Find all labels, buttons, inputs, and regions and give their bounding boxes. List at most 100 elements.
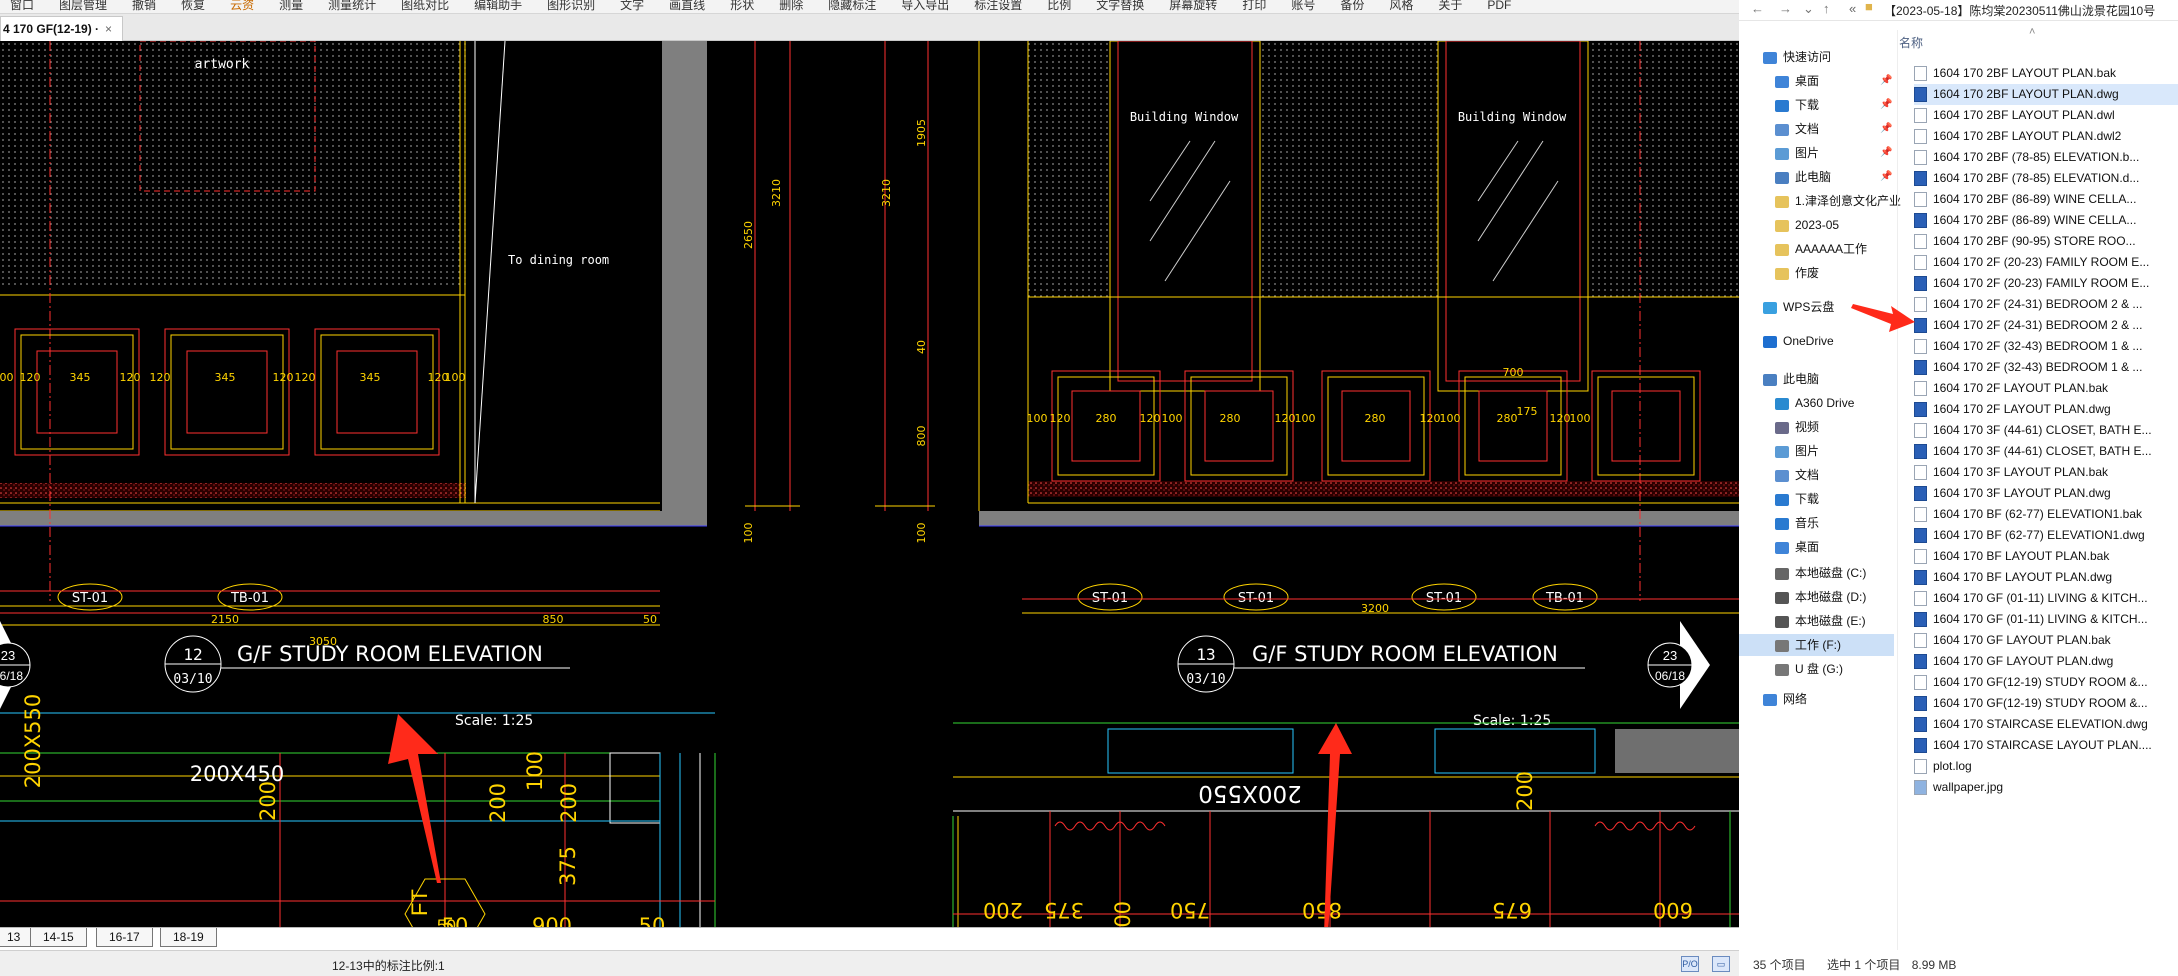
column-header-name[interactable]: ˄ 名称 [1899, 26, 2178, 54]
nav-item[interactable]: U 盘 (G:) [1739, 658, 1894, 680]
menu-item[interactable]: 图层管理 [49, 0, 122, 11]
menu-item[interactable]: 关于 [1428, 0, 1477, 11]
ortho-toggle-icon[interactable]: P/O [1681, 956, 1699, 972]
file-row[interactable]: 1604 170 2F (24-31) BEDROOM 2 & ... [1914, 294, 2178, 315]
file-row[interactable]: 1604 170 2F (20-23) FAMILY ROOM E... [1914, 252, 2178, 273]
file-row[interactable]: 1604 170 STAIRCASE LAYOUT PLAN.... [1914, 735, 2178, 756]
nav-item[interactable]: A360 Drive [1739, 392, 1894, 414]
file-row[interactable]: 1604 170 3F LAYOUT PLAN.dwg [1914, 483, 2178, 504]
nav-item[interactable]: 视频 [1739, 416, 1894, 438]
nav-item[interactable]: 此电脑 [1739, 368, 1894, 390]
nav-item[interactable]: 下载 📌 [1739, 94, 1894, 116]
menu-item[interactable]: 测量统计 [318, 0, 391, 11]
file-row[interactable]: 1604 170 BF LAYOUT PLAN.bak [1914, 546, 2178, 567]
file-row[interactable]: 1604 170 2BF (90-95) STORE ROO... [1914, 231, 2178, 252]
file-row[interactable]: 1604 170 GF (01-11) LIVING & KITCH... [1914, 588, 2178, 609]
file-row[interactable]: 1604 170 GF (01-11) LIVING & KITCH... [1914, 609, 2178, 630]
file-row[interactable]: 1604 170 GF(12-19) STUDY ROOM &... [1914, 672, 2178, 693]
menu-item[interactable]: 账号 [1281, 0, 1330, 11]
back-arrow-icon[interactable]: ← [1751, 1, 1764, 16]
menu-item[interactable]: 文字替换 [1086, 0, 1159, 11]
nav-item[interactable]: 1.津泽创意文化产业 [1739, 190, 1901, 212]
nav-item[interactable]: 本地磁盘 (D:) [1739, 586, 1894, 608]
file-row[interactable]: 1604 170 3F (44-61) CLOSET, BATH E... [1914, 441, 2178, 462]
nav-item[interactable]: 此电脑 📌 [1739, 166, 1894, 188]
menu-item[interactable]: 隐藏标注 [818, 0, 891, 11]
close-icon[interactable]: × [105, 22, 112, 36]
nav-item[interactable]: 音乐 [1739, 512, 1894, 534]
menu-item[interactable]: 窗口 [0, 0, 49, 11]
nav-item[interactable]: 图片 [1739, 440, 1894, 462]
layout-tab-3[interactable]: 16-17 [96, 928, 153, 947]
menu-item[interactable]: 删除 [769, 0, 818, 11]
file-row[interactable]: 1604 170 STAIRCASE ELEVATION.dwg [1914, 714, 2178, 735]
file-row[interactable]: 1604 170 BF LAYOUT PLAN.dwg [1914, 567, 2178, 588]
menu-item[interactable]: PDF [1477, 0, 1526, 11]
menu-item[interactable]: 文字 [610, 0, 659, 11]
file-row[interactable]: 1604 170 2BF LAYOUT PLAN.dwg [1914, 84, 2178, 105]
file-row[interactable]: plot.log [1914, 756, 2178, 777]
breadcrumb-overflow-icon[interactable]: « [1849, 1, 1856, 16]
file-row[interactable]: 1604 170 GF LAYOUT PLAN.bak [1914, 630, 2178, 651]
menu-item[interactable]: 标注设置 [964, 0, 1037, 11]
drawing-canvas[interactable]: artwork To dining room 10012034512012034… [0, 41, 1739, 927]
nav-item[interactable]: 快速访问 [1739, 46, 1894, 68]
file-row[interactable]: 1604 170 3F (44-61) CLOSET, BATH E... [1914, 420, 2178, 441]
file-row[interactable]: 1604 170 2F (32-43) BEDROOM 1 & ... [1914, 357, 2178, 378]
nav-item[interactable]: AAAAAA工作 [1739, 238, 1894, 260]
address-bar[interactable]: ← → ⌄ ↑ « ■ 【2023-05-18】陈均棠20230511佛山泷景花… [1739, 0, 2178, 21]
document-tab[interactable]: 4 170 GF(12-19) · × [0, 16, 124, 41]
file-row[interactable]: 1604 170 GF(12-19) STUDY ROOM &... [1914, 693, 2178, 714]
menu-item[interactable]: 画直线 [659, 0, 720, 11]
file-row[interactable]: 1604 170 2BF (78-85) ELEVATION.d... [1914, 168, 2178, 189]
file-row[interactable]: wallpaper.jpg [1914, 777, 2178, 798]
panel-toggle-icon[interactable]: ▭ [1712, 956, 1730, 972]
file-row[interactable]: 1604 170 2BF (86-89) WINE CELLA... [1914, 189, 2178, 210]
breadcrumb[interactable]: 【2023-05-18】陈均棠20230511佛山泷景花园10号 [1884, 2, 2155, 19]
nav-item[interactable]: 本地磁盘 (E:) [1739, 610, 1894, 632]
menu-item[interactable]: 打印 [1232, 0, 1281, 11]
menu-item[interactable]: 导入导出 [891, 0, 964, 11]
layout-tab-4[interactable]: 18-19 [160, 928, 217, 947]
menu-item[interactable]: 风格 [1379, 0, 1428, 11]
up-arrow-icon[interactable]: ↑ [1823, 1, 1830, 16]
nav-item[interactable]: 网络 [1739, 688, 1894, 710]
file-row[interactable]: 1604 170 2F (20-23) FAMILY ROOM E... [1914, 273, 2178, 294]
menu-item[interactable]: 云资 [220, 0, 269, 11]
nav-item[interactable]: 桌面 [1739, 536, 1894, 558]
file-row[interactable]: 1604 170 2F LAYOUT PLAN.bak [1914, 378, 2178, 399]
nav-item[interactable]: 工作 (F:) [1739, 634, 1894, 656]
menu-item[interactable]: 屏幕旋转 [1159, 0, 1232, 11]
menu-item[interactable]: 恢复 [171, 0, 220, 11]
nav-item[interactable]: 本地磁盘 (C:) [1739, 562, 1894, 584]
nav-item[interactable]: 2023-05 [1739, 214, 1894, 236]
file-row[interactable]: 1604 170 BF (62-77) ELEVATION1.bak [1914, 504, 2178, 525]
file-row[interactable]: 1604 170 2BF LAYOUT PLAN.bak [1914, 63, 2178, 84]
menu-item[interactable]: 图形识别 [537, 0, 610, 11]
file-row[interactable]: 1604 170 2F (32-43) BEDROOM 1 & ... [1914, 336, 2178, 357]
file-row[interactable]: 1604 170 GF LAYOUT PLAN.dwg [1914, 651, 2178, 672]
file-row[interactable]: 1604 170 3F LAYOUT PLAN.bak [1914, 462, 2178, 483]
nav-item[interactable]: 图片 📌 [1739, 142, 1894, 164]
nav-item[interactable]: 桌面 📌 [1739, 70, 1894, 92]
file-row[interactable]: 1604 170 2F (24-31) BEDROOM 2 & ... [1914, 315, 2178, 336]
nav-item[interactable]: 文档 📌 [1739, 118, 1894, 140]
file-row[interactable]: 1604 170 2F LAYOUT PLAN.dwg [1914, 399, 2178, 420]
menu-item[interactable]: 测量 [269, 0, 318, 11]
menu-item[interactable]: 形状 [720, 0, 769, 11]
menu-item[interactable]: 备份 [1330, 0, 1379, 11]
layout-tab-1[interactable]: 13 [0, 928, 34, 947]
file-row[interactable]: 1604 170 2BF LAYOUT PLAN.dwl [1914, 105, 2178, 126]
nav-item[interactable]: 文档 [1739, 464, 1894, 486]
nav-item[interactable]: 作废 [1739, 262, 1894, 284]
menu-item[interactable]: 编辑助手 [464, 0, 537, 11]
file-row[interactable]: 1604 170 2BF LAYOUT PLAN.dwl2 [1914, 126, 2178, 147]
chevron-down-icon[interactable]: ⌄ [1803, 1, 1814, 17]
menu-item[interactable]: 比例 [1037, 0, 1086, 11]
file-row[interactable]: 1604 170 BF (62-77) ELEVATION1.dwg [1914, 525, 2178, 546]
forward-arrow-icon[interactable]: → [1779, 1, 1792, 16]
menu-item[interactable]: 图纸对比 [391, 0, 464, 11]
nav-item[interactable]: 下载 [1739, 488, 1894, 510]
file-row[interactable]: 1604 170 2BF (86-89) WINE CELLA... [1914, 210, 2178, 231]
menu-item[interactable]: 撤销 [122, 0, 171, 11]
